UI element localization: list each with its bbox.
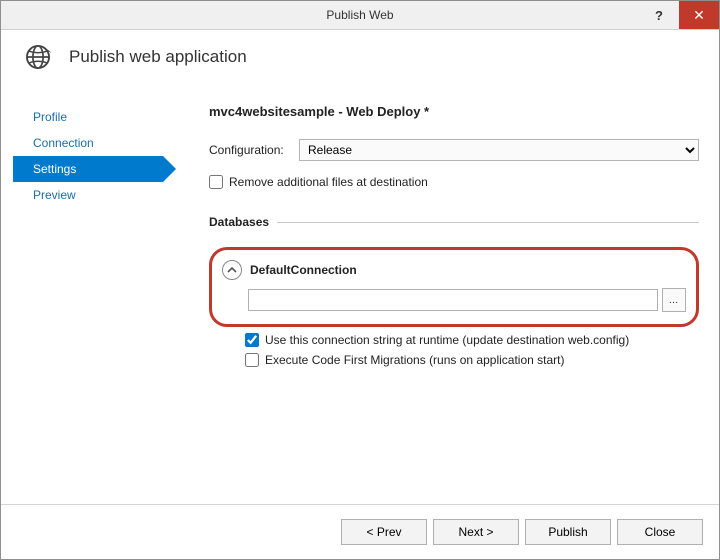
use-runtime-checkbox[interactable] xyxy=(245,333,259,347)
sidebar: Profile Connection Settings Preview xyxy=(13,94,163,504)
remove-files-checkbox[interactable] xyxy=(209,175,223,189)
close-button[interactable]: Close xyxy=(617,519,703,545)
connection-string-row: … xyxy=(222,288,686,312)
default-connection-panel: DefaultConnection … xyxy=(209,247,699,327)
db-header: DefaultConnection xyxy=(222,260,686,280)
publish-button[interactable]: Publish xyxy=(525,519,611,545)
sidebar-item-connection[interactable]: Connection xyxy=(13,130,163,156)
remove-files-row: Remove additional files at destination xyxy=(209,175,699,189)
exec-migrations-label: Execute Code First Migrations (runs on a… xyxy=(265,353,564,367)
dialog-subtitle: Publish web application xyxy=(69,47,247,67)
exec-migrations-checkbox[interactable] xyxy=(245,353,259,367)
window-title: Publish Web xyxy=(1,8,719,22)
settings-page: mvc4websitesample - Web Deploy * Configu… xyxy=(163,94,699,504)
configuration-row: Configuration: Release xyxy=(209,139,699,161)
globe-icon xyxy=(21,40,55,74)
dialog-header: Publish web application xyxy=(1,30,719,90)
sidebar-item-profile[interactable]: Profile xyxy=(13,104,163,130)
exec-migrations-row: Execute Code First Migrations (runs on a… xyxy=(209,353,699,367)
use-runtime-row: Use this connection string at runtime (u… xyxy=(209,333,699,347)
page-title: mvc4websitesample - Web Deploy * xyxy=(209,104,699,119)
configuration-select[interactable]: Release xyxy=(299,139,699,161)
next-button[interactable]: Next > xyxy=(433,519,519,545)
configuration-label: Configuration: xyxy=(209,143,299,157)
dialog-body: Profile Connection Settings Preview mvc4… xyxy=(1,90,719,504)
prev-button[interactable]: < Prev xyxy=(341,519,427,545)
publish-web-dialog: Publish Web ? ✕ Publish web application … xyxy=(0,0,720,560)
databases-section-label: Databases xyxy=(209,215,277,229)
sidebar-item-preview[interactable]: Preview xyxy=(13,182,163,208)
dialog-footer: < Prev Next > Publish Close xyxy=(1,504,719,559)
window-controls: ? ✕ xyxy=(639,1,719,29)
use-runtime-label: Use this connection string at runtime (u… xyxy=(265,333,629,347)
close-window-button[interactable]: ✕ xyxy=(679,1,719,29)
db-name: DefaultConnection xyxy=(250,263,357,277)
collapse-icon[interactable] xyxy=(222,260,242,280)
remove-files-label: Remove additional files at destination xyxy=(229,175,428,189)
sidebar-item-settings[interactable]: Settings xyxy=(13,156,163,182)
help-button[interactable]: ? xyxy=(639,1,679,29)
section-divider xyxy=(277,222,699,223)
browse-connection-button[interactable]: … xyxy=(662,288,686,312)
connection-string-input[interactable] xyxy=(248,289,658,311)
titlebar: Publish Web ? ✕ xyxy=(1,1,719,30)
databases-section: Databases xyxy=(209,215,699,229)
